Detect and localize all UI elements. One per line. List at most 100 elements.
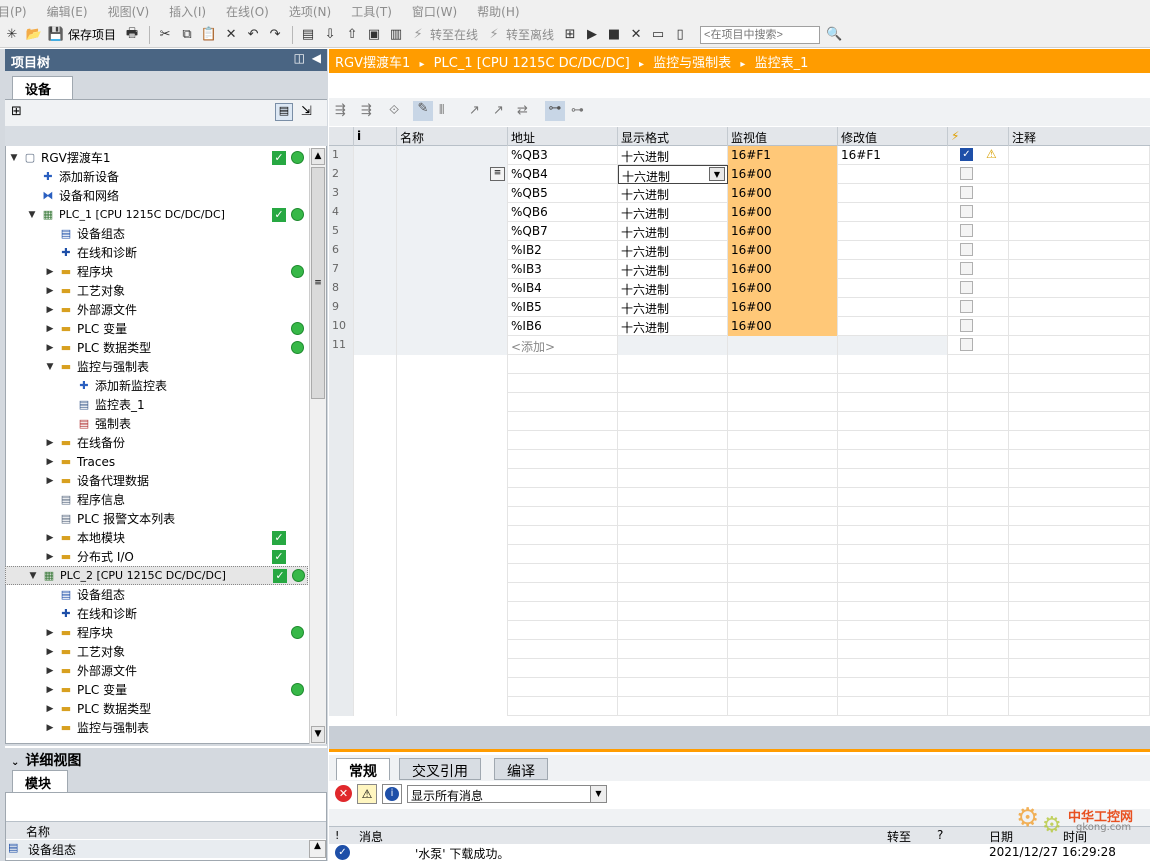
collapse-arrow-icon[interactable]: ▶ bbox=[45, 476, 55, 486]
table-cell[interactable] bbox=[948, 222, 1009, 241]
table-cell[interactable] bbox=[354, 412, 397, 431]
col-modify-flag[interactable]: ⚡ bbox=[948, 127, 1009, 146]
table-cell[interactable] bbox=[1009, 564, 1150, 583]
table-cell[interactable] bbox=[1009, 336, 1150, 355]
table-cell[interactable] bbox=[1009, 412, 1150, 431]
table-cell[interactable] bbox=[838, 450, 948, 469]
table-cell[interactable] bbox=[354, 260, 397, 279]
table-cell[interactable] bbox=[1009, 165, 1150, 184]
table-cell[interactable] bbox=[838, 184, 948, 203]
col-monitor-value[interactable]: 监视值 bbox=[728, 127, 838, 146]
table-cell[interactable] bbox=[354, 279, 397, 298]
table-cell[interactable] bbox=[397, 412, 508, 431]
table-cell[interactable] bbox=[397, 431, 508, 450]
table-cell[interactable] bbox=[838, 317, 948, 336]
table-row[interactable]: 10 %IB6 十六进制 16#00 bbox=[329, 317, 1150, 336]
modify-checkbox[interactable] bbox=[960, 205, 973, 218]
table-cell[interactable]: 16#00 bbox=[728, 279, 838, 298]
table-cell[interactable] bbox=[354, 431, 397, 450]
table-cell[interactable] bbox=[618, 488, 728, 507]
table-cell[interactable] bbox=[948, 165, 1009, 184]
chevron-down-icon[interactable]: ⌄ bbox=[11, 757, 19, 768]
table-cell[interactable] bbox=[397, 450, 508, 469]
tree-item[interactable]: ▶ ▬ 工艺对象 bbox=[5, 281, 308, 300]
menu-item[interactable]: 视图(V) bbox=[108, 3, 150, 20]
table-cell[interactable] bbox=[728, 507, 838, 526]
tree-item[interactable]: ▶ ▬ 分布式 I/O ✓ bbox=[5, 547, 308, 566]
table-cell[interactable] bbox=[838, 298, 948, 317]
table-cell[interactable] bbox=[728, 336, 838, 355]
download-icon[interactable]: ⇩ bbox=[320, 25, 340, 45]
table-cell[interactable] bbox=[948, 146, 1009, 165]
table-cell[interactable] bbox=[948, 640, 1009, 659]
table-row[interactable]: 9 %IB5 十六进制 16#00 bbox=[329, 298, 1150, 317]
table-cell[interactable] bbox=[508, 545, 618, 564]
table-cell[interactable] bbox=[397, 545, 508, 564]
paste-icon[interactable]: 📋 bbox=[199, 25, 219, 45]
table-cell[interactable] bbox=[948, 279, 1009, 298]
go-offline-icon[interactable]: ⚡ bbox=[484, 25, 504, 45]
col-comment[interactable]: 注释 bbox=[1009, 127, 1150, 146]
tab-compile[interactable]: 编译 bbox=[494, 758, 548, 780]
table-row[interactable]: 8 %IB4 十六进制 16#00 bbox=[329, 279, 1150, 298]
table-cell[interactable] bbox=[728, 412, 838, 431]
tree-item[interactable]: ▶ ▬ 工艺对象 bbox=[5, 642, 308, 661]
table-cell[interactable] bbox=[397, 279, 508, 298]
table-cell[interactable] bbox=[948, 697, 1009, 716]
table-cell[interactable] bbox=[728, 545, 838, 564]
table-cell[interactable] bbox=[728, 450, 838, 469]
table-cell[interactable] bbox=[618, 412, 728, 431]
table-cell[interactable] bbox=[1009, 697, 1150, 716]
modify-checkbox[interactable] bbox=[960, 224, 973, 237]
table-cell[interactable] bbox=[354, 450, 397, 469]
table-cell[interactable] bbox=[1009, 222, 1150, 241]
table-cell[interactable] bbox=[1009, 203, 1150, 222]
table-cell[interactable] bbox=[838, 279, 948, 298]
table-cell[interactable] bbox=[948, 450, 1009, 469]
table-cell[interactable]: 十六进制 bbox=[618, 279, 728, 298]
table-cell[interactable] bbox=[618, 621, 728, 640]
project-search-input[interactable] bbox=[700, 25, 821, 44]
scroll-up-icon[interactable]: ▲ bbox=[309, 840, 326, 858]
table-cell[interactable] bbox=[728, 374, 838, 393]
modify-checkbox[interactable]: ✓ bbox=[960, 148, 973, 161]
table-cell[interactable] bbox=[618, 526, 728, 545]
table-cell[interactable] bbox=[1009, 279, 1150, 298]
new-project-icon[interactable]: ✳ bbox=[2, 25, 22, 45]
table-cell[interactable] bbox=[397, 526, 508, 545]
tree-item[interactable]: ✚ 在线和诊断 bbox=[5, 243, 308, 262]
table-cell[interactable] bbox=[618, 469, 728, 488]
table-cell[interactable] bbox=[1009, 621, 1150, 640]
split-horizontal-icon[interactable]: ▭ bbox=[648, 25, 668, 45]
table-row[interactable]: 4 %QB6 十六进制 16#00 bbox=[329, 203, 1150, 222]
table-cell[interactable] bbox=[728, 640, 838, 659]
table-cell[interactable] bbox=[354, 583, 397, 602]
modify-checkbox[interactable] bbox=[960, 243, 973, 256]
table-row[interactable] bbox=[329, 564, 1150, 583]
address-picker-icon[interactable]: ≡ bbox=[490, 167, 505, 181]
table-row[interactable] bbox=[329, 431, 1150, 450]
tab-modules[interactable]: 模块 bbox=[12, 770, 68, 792]
table-cell[interactable] bbox=[397, 583, 508, 602]
menu-item[interactable]: 在线(O) bbox=[226, 3, 269, 20]
menu-item[interactable]: 选项(N) bbox=[289, 3, 331, 20]
table-cell[interactable] bbox=[838, 165, 948, 184]
table-cell[interactable] bbox=[728, 564, 838, 583]
modify-checkbox[interactable] bbox=[960, 186, 973, 199]
table-cell[interactable] bbox=[948, 336, 1009, 355]
table-cell[interactable] bbox=[838, 697, 948, 716]
table-cell[interactable] bbox=[1009, 298, 1150, 317]
table-cell[interactable]: %IB3 bbox=[508, 260, 618, 279]
warning-filter-icon[interactable]: ⚠ bbox=[357, 784, 377, 804]
table-cell[interactable]: 十六进制 bbox=[618, 222, 728, 241]
format-dropdown-icon[interactable]: ▼ bbox=[709, 167, 725, 181]
go-online-icon[interactable]: ⚡ bbox=[408, 25, 428, 45]
table-cell[interactable] bbox=[838, 678, 948, 697]
table-cell[interactable] bbox=[948, 241, 1009, 260]
tree-scrollbar[interactable]: ▲ ≡ ▼ bbox=[309, 148, 326, 744]
expand-arrow-icon[interactable]: ▼ bbox=[9, 153, 19, 163]
table-cell[interactable] bbox=[397, 184, 508, 203]
scroll-thumb[interactable]: ≡ bbox=[311, 167, 325, 399]
table-cell[interactable] bbox=[948, 393, 1009, 412]
table-cell[interactable] bbox=[1009, 659, 1150, 678]
